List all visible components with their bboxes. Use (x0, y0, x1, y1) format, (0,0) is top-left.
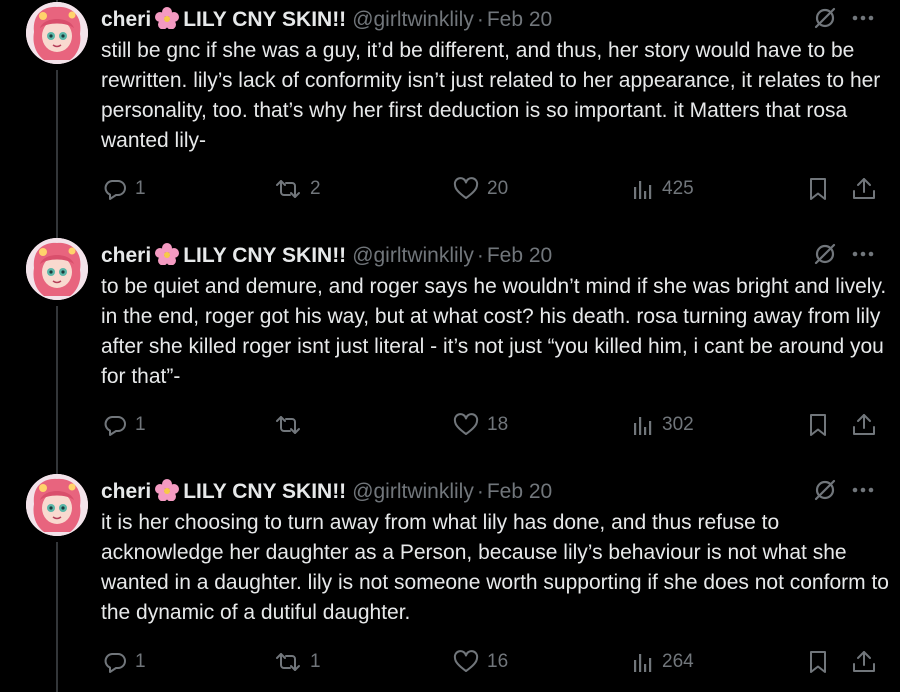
avatar[interactable] (26, 474, 88, 536)
views-count: 425 (662, 178, 694, 199)
bookmark-button[interactable] (807, 410, 829, 440)
retweet-icon (276, 653, 300, 671)
share-upload-icon (853, 178, 875, 199)
heart-icon (453, 650, 479, 672)
action-bar: 1 18 302 (0, 410, 900, 440)
share-button[interactable] (851, 174, 877, 204)
author-name-suffix[interactable]: LILY CNY SKIN!! (183, 244, 346, 267)
bookmark-icon (810, 178, 826, 200)
like-count: 20 (487, 178, 509, 199)
author-handle[interactable]: @girltwinklily (352, 8, 474, 31)
tweet-date[interactable]: Feb 20 (487, 8, 552, 31)
tweet-date[interactable]: Feb 20 (487, 480, 552, 503)
author-name[interactable]: cheri (101, 244, 151, 267)
views-bars-icon (634, 417, 652, 435)
grok-slash-icon[interactable] (813, 6, 837, 30)
cherry-blossom-icon (155, 243, 180, 272)
views-button[interactable]: 425 (632, 174, 694, 204)
avatar[interactable] (26, 2, 88, 64)
like-button[interactable]: 16 (453, 647, 508, 677)
more-dots-icon[interactable] (850, 478, 876, 502)
share-upload-icon (853, 414, 875, 435)
retweet-icon (276, 180, 300, 198)
author-name-suffix[interactable]: LILY CNY SKIN!! (183, 8, 346, 31)
bookmark-icon (810, 414, 826, 436)
views-bars-icon (634, 181, 652, 199)
separator-dot: · (476, 480, 484, 503)
avatar[interactable] (26, 238, 88, 300)
tweet[interactable]: cheri LILY CNY SKIN!! @girltwinklily · Feb 2… (0, 238, 900, 468)
like-button[interactable]: 18 (453, 410, 508, 440)
heart-icon (453, 177, 479, 199)
share-upload-icon (853, 651, 875, 672)
tweet-text: to be quiet and demure, and roger says h… (101, 275, 887, 388)
tweet-text: still be gnc if she was a guy, it’d be d… (101, 39, 881, 152)
cherry-blossom-icon (155, 479, 180, 508)
bookmark-icon (810, 651, 826, 673)
retweet-count: 1 (310, 651, 321, 672)
tweet-text: it is her choosing to turn away from wha… (101, 511, 889, 624)
reply-bubble-icon (104, 416, 126, 436)
views-bars-icon (634, 654, 652, 672)
share-button[interactable] (851, 410, 877, 440)
retweet-count: 2 (310, 178, 321, 199)
more-dots-icon[interactable] (850, 6, 876, 30)
reply-bubble-icon (104, 653, 126, 673)
bookmark-button[interactable] (807, 647, 829, 677)
like-count: 16 (487, 651, 509, 672)
reply-button[interactable]: 1 (103, 410, 146, 440)
action-bar: 1 2 20 425 (0, 174, 900, 204)
reply-count: 1 (135, 414, 146, 435)
retweet-button[interactable]: 2 (274, 174, 321, 204)
author-handle[interactable]: @girltwinklily (352, 244, 474, 267)
tweet-header: cheri LILY CNY SKIN!! @girltwinklily · Feb 2… (101, 243, 900, 269)
reply-button[interactable]: 1 (103, 647, 146, 677)
cherry-blossom-icon (155, 7, 180, 36)
author-handle[interactable]: @girltwinklily (352, 480, 474, 503)
tweet-header: cheri LILY CNY SKIN!! @girltwinklily · Feb 2… (101, 7, 900, 33)
views-count: 264 (662, 651, 694, 672)
bookmark-button[interactable] (807, 174, 829, 204)
tweet[interactable]: cheri LILY CNY SKIN!! @girltwinklily · Feb 2… (0, 474, 900, 692)
author-name[interactable]: cheri (101, 8, 151, 31)
tweet[interactable]: cheri LILY CNY SKIN!! @girltwinklily · Feb 2… (0, 2, 900, 232)
author-name-suffix[interactable]: LILY CNY SKIN!! (183, 480, 346, 503)
separator-dot: · (476, 244, 484, 267)
grok-slash-icon[interactable] (813, 478, 837, 502)
retweet-button[interactable] (274, 410, 310, 440)
like-count: 18 (487, 414, 509, 435)
action-bar: 1 1 16 264 (0, 647, 900, 677)
heart-icon (453, 413, 479, 435)
author-name[interactable]: cheri (101, 480, 151, 503)
separator-dot: · (476, 8, 484, 31)
retweet-icon (276, 416, 300, 434)
reply-bubble-icon (104, 180, 126, 200)
reply-count: 1 (135, 178, 146, 199)
like-button[interactable]: 20 (453, 174, 508, 204)
share-button[interactable] (851, 647, 877, 677)
tweet-header: cheri LILY CNY SKIN!! @girltwinklily · Feb 2… (101, 479, 900, 505)
retweet-button[interactable]: 1 (274, 647, 321, 677)
grok-slash-icon[interactable] (813, 242, 837, 266)
views-button[interactable]: 264 (632, 647, 694, 677)
reply-button[interactable]: 1 (103, 174, 146, 204)
more-dots-icon[interactable] (850, 242, 876, 266)
views-count: 302 (662, 414, 694, 435)
tweet-date[interactable]: Feb 20 (487, 244, 552, 267)
reply-count: 1 (135, 651, 146, 672)
views-button[interactable]: 302 (632, 410, 694, 440)
